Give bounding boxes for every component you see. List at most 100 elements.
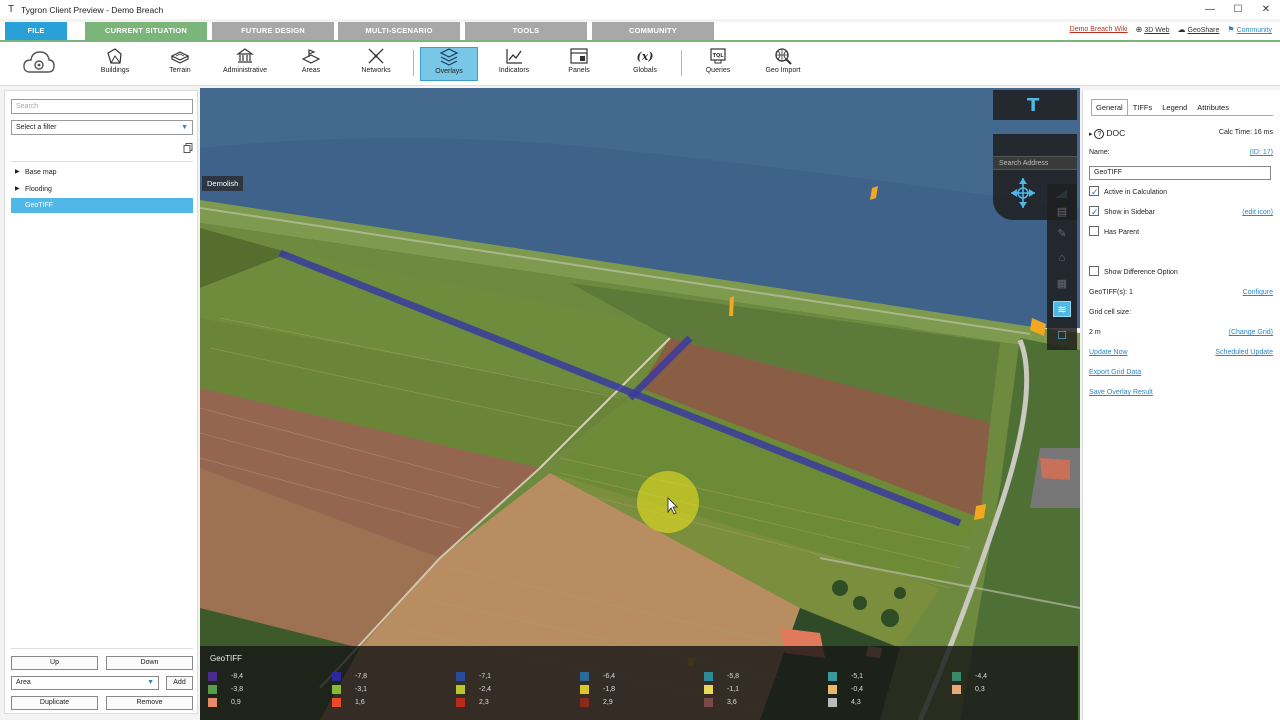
home-icon[interactable]: ⌂ bbox=[1053, 250, 1071, 266]
tool-panels[interactable]: Panels bbox=[549, 47, 609, 81]
community-link[interactable]: ⚑ Community bbox=[1227, 25, 1272, 34]
tree-item-geotiff[interactable]: GeoTIFF bbox=[11, 198, 193, 213]
legend-item: -5,1 bbox=[828, 672, 863, 684]
type-select-value: Area bbox=[16, 679, 31, 686]
down-button[interactable]: Down bbox=[106, 656, 193, 670]
filter-select[interactable]: Select a filter ▼ bbox=[11, 120, 193, 135]
change-grid-link[interactable]: (Change Grid) bbox=[1229, 326, 1273, 340]
configure-link[interactable]: Configure bbox=[1243, 286, 1273, 300]
legend-swatch bbox=[332, 698, 341, 707]
copy-icon[interactable] bbox=[183, 143, 193, 153]
demolish-label[interactable]: Demolish bbox=[202, 176, 244, 191]
properties-tabs: General TIFFs Legend Attributes bbox=[1091, 99, 1234, 116]
map-grid-icon[interactable]: ▦ bbox=[1053, 276, 1071, 292]
tool-queries[interactable]: TQL Queries bbox=[688, 47, 748, 81]
wiki-link[interactable]: Demo Breach Wiki bbox=[1070, 26, 1128, 33]
tygron-cloud-gear-icon[interactable] bbox=[22, 48, 56, 78]
tab-tiffs[interactable]: TIFFs bbox=[1128, 99, 1158, 116]
maximize-button[interactable]: ☐ bbox=[1224, 0, 1252, 19]
tab-current-situation[interactable]: CURRENT SITUATION bbox=[85, 22, 207, 40]
save-overlay-result-link[interactable]: Save Overlay Result bbox=[1089, 389, 1153, 396]
search-input[interactable]: Search bbox=[11, 99, 193, 114]
id-link[interactable]: (ID: 17) bbox=[1250, 146, 1273, 160]
minimize-button[interactable]: — bbox=[1196, 0, 1224, 19]
grid-cell-size-row: Grid cell size: bbox=[1089, 306, 1273, 320]
legend-swatch bbox=[704, 685, 713, 694]
toolbar: Buildings Terrain Administrative Areas N… bbox=[0, 42, 1280, 86]
legend-swatch bbox=[704, 672, 713, 681]
tab-legend[interactable]: Legend bbox=[1157, 99, 1192, 116]
tool-queries-label: Queries bbox=[705, 67, 731, 74]
update-now-link[interactable]: Update Now bbox=[1089, 349, 1128, 356]
duplicate-button[interactable]: Duplicate bbox=[11, 696, 98, 710]
tool-indicators[interactable]: Indicators bbox=[484, 47, 544, 81]
legend-swatch bbox=[952, 685, 961, 694]
legend-swatch bbox=[456, 672, 465, 681]
search-address-input[interactable]: Search Address bbox=[993, 156, 1077, 170]
networks-icon bbox=[368, 48, 384, 64]
active-in-calculation-row[interactable]: Active in Calculation bbox=[1089, 185, 1273, 200]
help-icon[interactable]: ? bbox=[1094, 129, 1105, 139]
has-parent-row[interactable]: Has Parent bbox=[1089, 226, 1273, 240]
show-in-sidebar-checkbox[interactable] bbox=[1089, 205, 1099, 219]
close-button[interactable]: ✕ bbox=[1252, 0, 1280, 19]
legend-value: -3,1 bbox=[355, 686, 368, 693]
tool-overlays[interactable]: Overlays bbox=[420, 47, 478, 81]
geoshare-link[interactable]: ☁ GeoShare bbox=[1178, 25, 1220, 34]
show-difference-checkbox[interactable] bbox=[1089, 266, 1099, 277]
up-button[interactable]: Up bbox=[11, 656, 98, 670]
tab-general[interactable]: General bbox=[1091, 99, 1128, 116]
export-grid-data-link[interactable]: Export Grid Data bbox=[1089, 369, 1141, 376]
community-icon: ⚑ bbox=[1227, 25, 1235, 34]
tool-networks-label: Networks bbox=[361, 67, 391, 74]
scheduled-update-link[interactable]: Scheduled Update bbox=[1215, 346, 1273, 360]
remove-button[interactable]: Remove bbox=[106, 696, 193, 710]
map-viewport[interactable]: Demolish GeoTIFF -8,4 -7,8 -7,1 -6,4 -5,8 -5,… bbox=[200, 88, 1080, 720]
expand-arrow-icon[interactable]: ▶ bbox=[15, 182, 20, 197]
add-button[interactable]: Add bbox=[166, 676, 193, 690]
overlay-legend: GeoTIFF -8,4 -7,8 -7,1 -6,4 -5,8 -5,1 -4,4 -3,8… bbox=[200, 646, 1078, 720]
tool-globals[interactable]: (x) Globals bbox=[615, 47, 675, 81]
legend-title: GeoTIFF bbox=[210, 654, 243, 663]
overlay-toggle-icon[interactable]: ≋ bbox=[1053, 301, 1071, 317]
legend-item: -5,8 bbox=[704, 672, 739, 684]
tab-attributes[interactable]: Attributes bbox=[1192, 99, 1234, 116]
tab-future-design[interactable]: FUTURE DESIGN bbox=[212, 22, 334, 40]
tab-file[interactable]: FILE bbox=[5, 22, 67, 40]
pencil-icon[interactable]: ✎ bbox=[1053, 226, 1071, 242]
tool-geo-import[interactable]: Geo Import bbox=[753, 47, 813, 81]
tool-areas[interactable]: Areas bbox=[281, 47, 341, 81]
tab-tools[interactable]: TOOLS bbox=[465, 22, 587, 40]
tool-administrative[interactable]: Administrative bbox=[215, 47, 275, 81]
active-in-calculation-checkbox[interactable] bbox=[1089, 185, 1099, 199]
side-toolbar: ▤ ✎ ⌂ ▦ ≋ ☐ bbox=[1047, 184, 1077, 350]
show-difference-row[interactable]: Show Difference Option bbox=[1089, 266, 1273, 280]
grid-value-row: 2 m (Change Grid) bbox=[1089, 326, 1273, 340]
chat-icon[interactable]: ☐ bbox=[1053, 328, 1071, 344]
tygron-logo-panel: T bbox=[993, 90, 1077, 120]
edit-icon-link[interactable]: (edit icon) bbox=[1242, 206, 1273, 220]
tree-item-flooding[interactable]: ▶ Flooding bbox=[11, 182, 193, 197]
tab-multi-scenario[interactable]: MULTI-SCENARIO bbox=[338, 22, 460, 40]
tool-networks[interactable]: Networks bbox=[346, 47, 406, 81]
expand-arrow-icon[interactable]: ▸ bbox=[1089, 131, 1093, 138]
legend-value: -7,8 bbox=[355, 673, 368, 680]
legend-value: -7,1 bbox=[479, 673, 492, 680]
web3d-link[interactable]: ⊕ 3D Web bbox=[1136, 25, 1170, 34]
legend-value: 1,6 bbox=[355, 699, 365, 706]
aerial-scene bbox=[200, 88, 1080, 720]
tool-buildings[interactable]: Buildings bbox=[85, 47, 145, 81]
legend-value: -3,8 bbox=[231, 686, 244, 693]
doc-label[interactable]: DOC bbox=[1106, 128, 1125, 138]
show-in-sidebar-row[interactable]: Show in Sidebar (edit icon) bbox=[1089, 205, 1273, 220]
has-parent-checkbox[interactable] bbox=[1089, 226, 1099, 237]
legend-value: -6,4 bbox=[603, 673, 616, 680]
name-field[interactable]: GeoTIFF bbox=[1089, 166, 1271, 180]
layers-icon[interactable]: ▤ bbox=[1053, 204, 1071, 220]
tab-community[interactable]: COMMUNITY bbox=[592, 22, 714, 40]
compass-icon[interactable] bbox=[1009, 176, 1037, 210]
expand-arrow-icon[interactable]: ▶ bbox=[15, 165, 20, 180]
tool-terrain[interactable]: Terrain bbox=[150, 47, 210, 81]
type-select[interactable]: Area ▼ bbox=[11, 676, 159, 690]
tree-item-base-map[interactable]: ▶ Base map bbox=[11, 165, 193, 180]
